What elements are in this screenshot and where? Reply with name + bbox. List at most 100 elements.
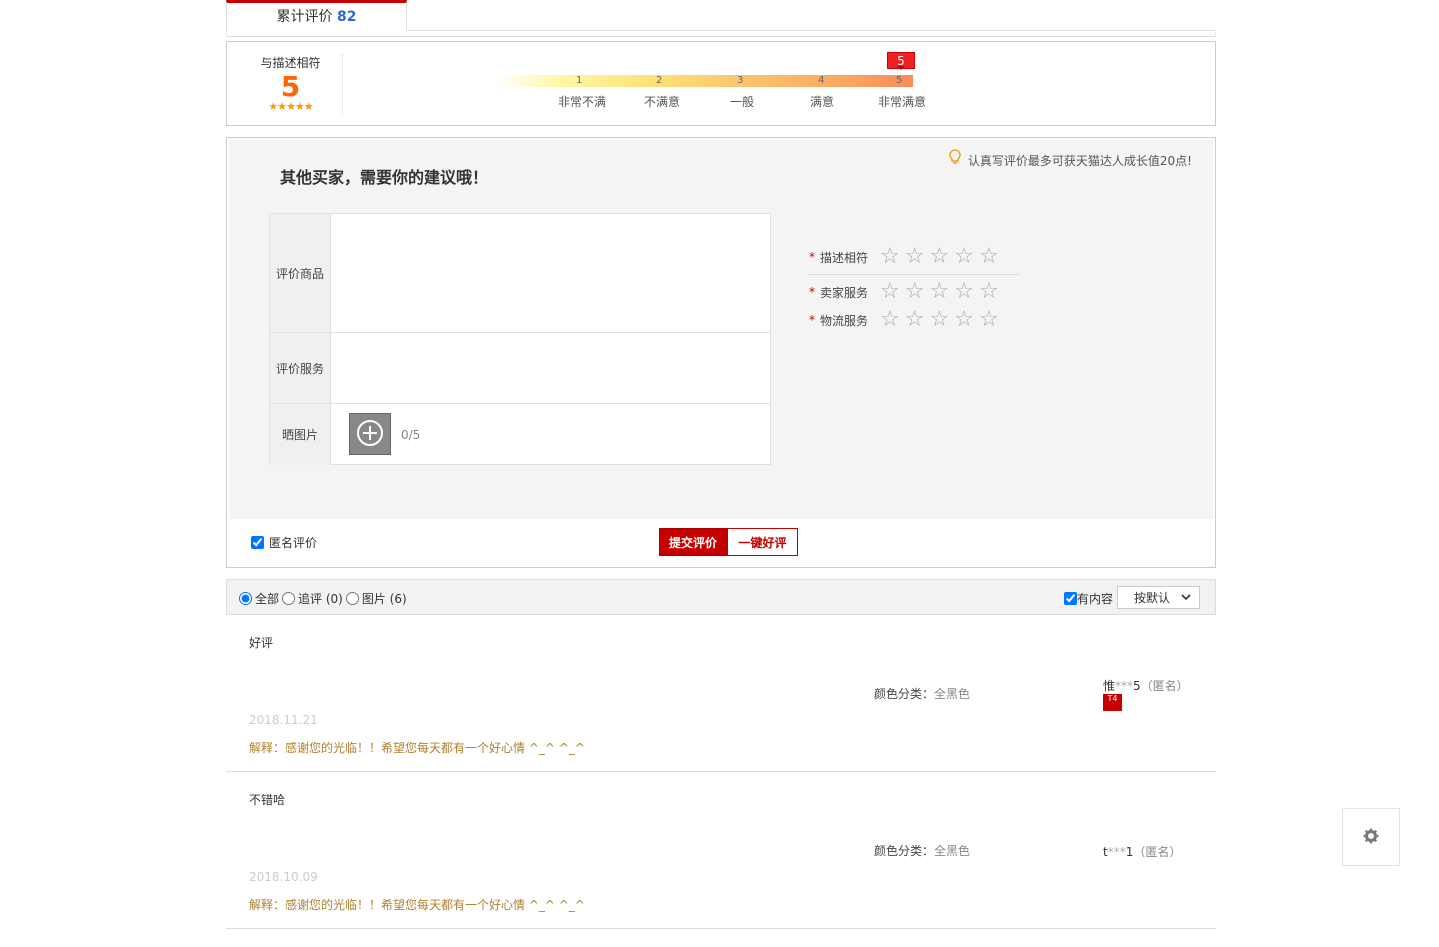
star-icon[interactable]: ☆ [880,281,900,303]
score-value: 5 [280,70,301,103]
rating-label: 物流服务 [820,313,869,328]
review-form-body: 其他买家，需要你的建议哦！ 认真写评价最多可获天猫达人成长值20点! 评价商品 … [229,140,1213,519]
star-icon[interactable]: ☆ [979,281,999,303]
plus-circle-icon [356,419,384,450]
star-icon[interactable]: ☆ [954,309,974,331]
anonymous-tag: （匿名） [1140,679,1189,693]
star-icon[interactable]: ☆ [880,246,900,268]
scale-label: 满意 [810,95,835,109]
settings-button[interactable] [1342,808,1400,866]
form-title: 其他买家，需要你的建议哦！ [280,168,489,187]
service-review-label: 评价服务 [270,333,331,403]
upload-photo-button[interactable] [349,413,391,455]
required-mark: * [809,313,815,327]
review-item: 好评 2018.11.21 解释：感谢您的光临！！希望您每天都有一个好心情 ^_… [226,615,1216,772]
has-content-option[interactable]: 有内容 [1064,590,1113,607]
sku-key: 颜色分类： [874,844,935,858]
user-name-end: 5 [1133,679,1141,693]
anonymous-option[interactable]: 匿名评价 [251,534,317,551]
anonymous-tag: （匿名） [1133,845,1182,859]
filter-all-radio[interactable] [239,592,252,605]
filter-images-label: 图片 (6) [361,592,407,606]
filter-all-label: 全部 [255,592,280,606]
required-mark: * [809,250,815,264]
review-user: 惟***5（匿名） T4 [1103,677,1189,711]
user-name-mask: *** [1115,679,1134,693]
sku-value: 全黑色 [934,687,971,701]
seller-reply: 解释：感谢您的光临！！希望您每天都有一个好心情 ^_^ ^_^ [249,898,585,912]
sort-select[interactable]: 按默认 [1117,586,1200,609]
scale-label: 一般 [730,95,755,109]
review-form: 其他买家，需要你的建议哦！ 认真写评价最多可获天猫达人成长值20点! 评价商品 … [226,137,1216,568]
photo-count: 0/5 [401,428,421,442]
star-icon[interactable]: ☆ [929,281,949,303]
star-icon[interactable]: ☆ [880,309,900,331]
has-content-label: 有内容 [1077,592,1114,606]
star-icon[interactable]: ☆ [979,309,999,331]
product-review-input[interactable] [332,214,770,332]
star-icon[interactable]: ☆ [979,246,999,268]
review-input-table: 评价商品 评价服务 晒图片 0/5 [269,213,771,465]
review-content: 好评 [249,636,274,650]
rating-seller-service: * 卖家服务 ☆ ☆ ☆ ☆ ☆ [809,278,1004,306]
rating-description: * 描述相符 ☆ ☆ ☆ ☆ ☆ [809,243,1004,271]
review-content: 不错哈 [249,793,286,807]
star-icon[interactable]: ☆ [905,309,925,331]
review-date: 2018.11.21 [249,713,318,727]
sku-value: 全黑色 [934,844,971,858]
tab-reviews[interactable]: 累计评价 82 [226,0,407,31]
filter-images-radio[interactable] [345,592,359,605]
one-click-good-review-button[interactable]: 一键好评 [727,528,798,556]
review-user: t***1（匿名） [1103,843,1181,860]
star-icon[interactable]: ☆ [929,309,949,331]
service-review-input[interactable] [332,333,770,403]
rating-label: 卖家服务 [820,285,869,300]
review-date: 2018.10.09 [249,870,318,884]
star-icon[interactable]: ☆ [954,246,974,268]
service-review-row: 评价服务 [270,333,770,404]
score-summary: 与描述相符 5 ★★★★★ 5 1 2 3 4 5 非常不满 不满意 一般 满意… [226,41,1216,126]
review-tabbar: 累计评价 82 [226,0,1216,37]
gear-icon [1363,825,1379,849]
anonymous-label: 匿名评价 [269,536,318,550]
user-name-start: 惟 [1103,679,1116,693]
filter-append[interactable]: 追评 (0) [282,590,343,607]
filter-all[interactable]: 全部 [239,590,279,607]
anonymous-checkbox[interactable] [251,536,264,549]
chevron-down-icon [1181,590,1191,607]
review-filters: 全部 追评 (0) 图片 (6) [239,590,410,607]
review-sku: 颜色分类：全黑色 [874,842,970,859]
scale-label: 非常满意 [878,95,927,109]
review-item: 不错哈 2018.10.09 解释：感谢您的光临！！希望您每天都有一个好心情 ^… [226,772,1216,929]
star-icon[interactable]: ☆ [905,281,925,303]
tab-label: 累计评价 [276,9,333,25]
scale-number: 2 [656,75,663,86]
rating-divider [809,274,1019,275]
score-label: 与描述相符 [260,56,321,70]
product-review-row: 评价商品 [270,214,770,333]
star-icon[interactable]: ☆ [905,246,925,268]
star-icon[interactable]: ☆ [954,281,974,303]
rating-label: 描述相符 [820,250,869,265]
tab-count: 82 [336,9,357,25]
photo-label: 晒图片 [270,404,331,465]
filter-images[interactable]: 图片 (6) [345,590,407,607]
scale-number: 4 [818,75,825,86]
scale-number: 1 [576,75,583,86]
sort-value: 按默认 [1134,591,1171,605]
tip-text: 认真写评价最多可获天猫达人成长值20点! [967,154,1192,168]
star-icon[interactable]: ☆ [929,246,949,268]
filter-append-label: 追评 (0) [298,592,343,606]
scale-number: 5 [896,75,903,86]
score-scale-bar: 1 2 3 4 5 [497,75,913,87]
score-stars: ★★★★★ [268,100,313,113]
review-sku: 颜色分类：全黑色 [874,685,970,702]
submit-review-button[interactable]: 提交评价 [659,528,727,556]
filter-append-radio[interactable] [282,592,296,605]
has-content-checkbox[interactable] [1064,592,1077,605]
review-filter-bar: 全部 追评 (0) 图片 (6) 有内容 按默认 [226,579,1216,615]
score-marker: 5 [887,52,915,70]
scale-number: 3 [737,75,744,86]
seller-reply: 解释：感谢您的光临！！希望您每天都有一个好心情 ^_^ ^_^ [249,741,585,755]
user-level-badge: T4 [1103,694,1122,711]
